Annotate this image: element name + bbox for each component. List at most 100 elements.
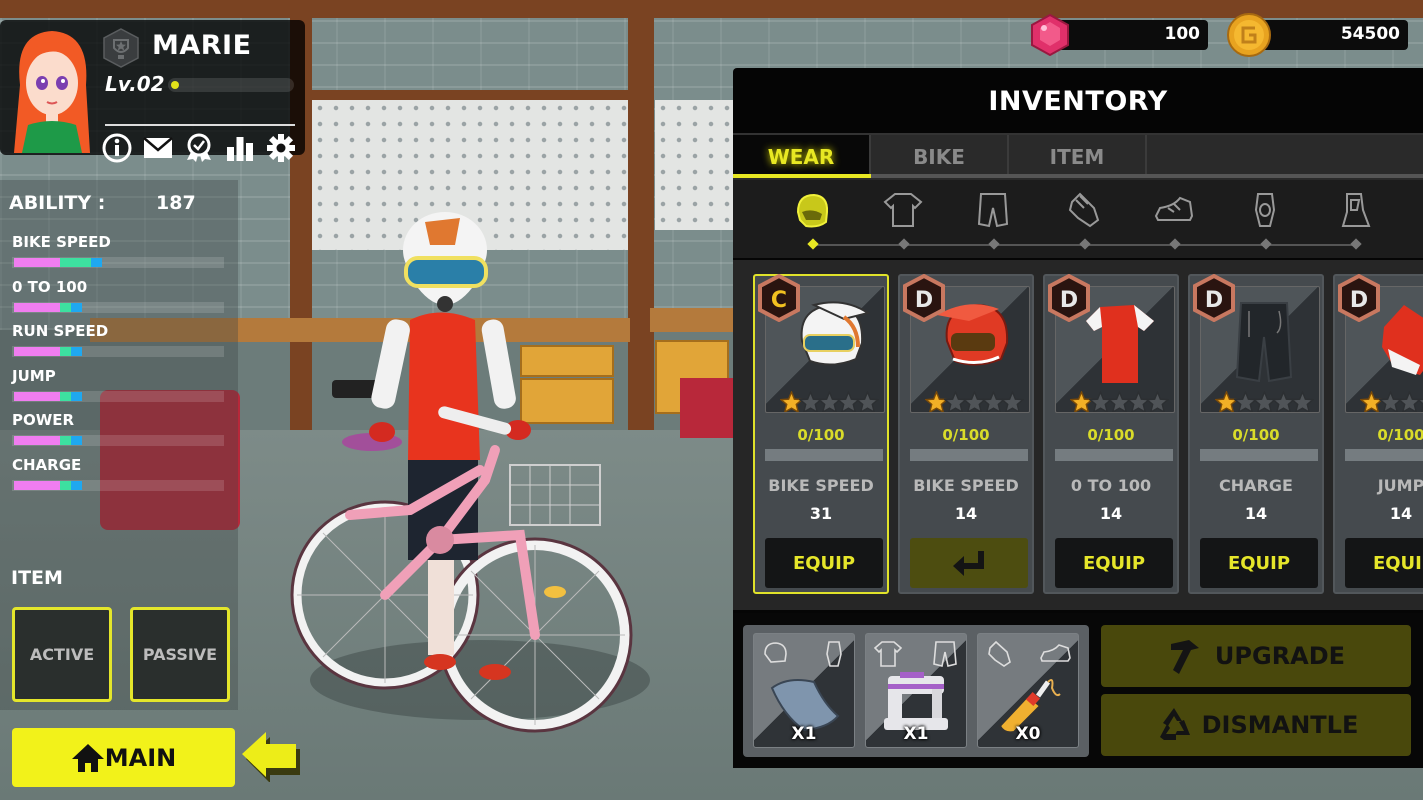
item-stat-name: BIKE SPEED (913, 476, 1019, 495)
grade-badge: C (757, 273, 801, 323)
recycle-icon (1159, 708, 1190, 740)
ability-stat-bar-segment (71, 436, 82, 445)
star-rating (779, 390, 880, 412)
return-arrow-icon (953, 551, 984, 576)
info-icon[interactable] (102, 133, 132, 163)
player-avatar[interactable] (8, 25, 96, 153)
profile-icon-row (102, 133, 296, 163)
upgrade-progress-text: 0/100 (1377, 426, 1423, 444)
star-empty-icon (855, 390, 880, 412)
star-rating (1359, 390, 1423, 412)
level-xp-fill (171, 81, 179, 89)
helmet-outline-icon (764, 642, 787, 663)
item-card[interactable]: D 0/100 JUMP 14 EQUIP (1333, 273, 1423, 594)
upgrade-progress-bar (765, 449, 883, 461)
unequip-button[interactable] (910, 538, 1028, 588)
category-selector (733, 180, 1423, 258)
wood-shelf (300, 90, 640, 100)
material-slot[interactable]: X1 (865, 633, 967, 748)
item-section-title: ITEM (11, 567, 63, 589)
ability-stat: 0 TO 100 (12, 278, 224, 313)
inventory-panel: INVENTORY WEAR BIKE ITEM C 0/100 BIKE SP… (733, 68, 1423, 768)
ability-stat-bar (12, 301, 224, 313)
ability-stat-bar-segment (14, 347, 60, 356)
category-marker (1260, 238, 1272, 250)
upgrade-progress-bar (1200, 449, 1318, 461)
upgrade-button[interactable]: UPGRADE (1101, 625, 1411, 687)
ability-stat-bar-segment (60, 347, 71, 356)
shoes-category-icon[interactable] (1154, 190, 1194, 230)
ability-stat: POWER (12, 411, 224, 446)
gem-counter[interactable]: 100 (1048, 20, 1208, 50)
star-empty-icon (1145, 390, 1170, 412)
equip-button[interactable]: EQUIP (1345, 538, 1423, 588)
jersey-category-icon[interactable] (883, 190, 923, 230)
ability-stat-bar (12, 257, 224, 268)
upgrade-label: UPGRADE (1214, 642, 1346, 670)
item-stat-value: 14 (1244, 504, 1268, 523)
pants-category-icon[interactable] (973, 190, 1013, 230)
equip-button[interactable]: EQUIP (1055, 538, 1173, 588)
settings-icon[interactable] (266, 133, 296, 163)
dismantle-button[interactable]: DISMANTLE (1101, 694, 1411, 756)
gold-counter[interactable]: 54500 (1248, 20, 1408, 50)
ability-stat-bar-segment (14, 302, 60, 312)
material-slot[interactable]: X0 (977, 633, 1079, 748)
stats-icon[interactable] (225, 133, 255, 163)
inventory-title: INVENTORY (988, 86, 1168, 117)
ability-stat-bar-segment (14, 436, 60, 445)
category-marker (1169, 238, 1181, 250)
home-icon (71, 743, 104, 772)
category-marker (988, 238, 1000, 250)
star-rating (1069, 390, 1170, 412)
item-card[interactable]: D 0/100 0 TO 100 14 EQUIP (1043, 273, 1179, 594)
ability-stat-bar-segment (14, 391, 60, 401)
active-item-slot[interactable]: ACTIVE (12, 607, 112, 702)
material-count: X0 (1015, 724, 1041, 744)
upgrade-section: X1 X1 X0 UPGRADE DISMANTLE (733, 613, 1423, 768)
upgrade-progress-text: 0/100 (942, 426, 990, 444)
ability-stat: BIKE SPEED (12, 233, 224, 268)
ability-stat-bar (12, 346, 224, 357)
equip-button[interactable]: EQUIP (765, 538, 883, 588)
achievement-icon[interactable] (184, 133, 214, 163)
mail-icon[interactable] (143, 133, 173, 163)
gloves-category-icon[interactable] (1064, 190, 1104, 230)
rank-badge-icon[interactable] (102, 28, 140, 68)
pants-outline-icon (933, 641, 957, 667)
ability-stat-bar (12, 435, 224, 446)
grade-badge: D (902, 273, 946, 323)
tab-bike[interactable]: BIKE (871, 135, 1009, 178)
ceiling-beam (0, 0, 1423, 18)
item-stat-name: BIKE SPEED (768, 476, 874, 495)
category-marker (1079, 238, 1091, 250)
item-stat-value: 31 (809, 504, 833, 523)
star-empty-icon (1000, 390, 1025, 412)
grade-badge: D (1337, 273, 1381, 323)
item-card[interactable]: C 0/100 BIKE SPEED 31 EQUIP (753, 273, 889, 594)
ability-stat: RUN SPEED (12, 322, 224, 357)
player-level: Lv.02 (105, 72, 165, 96)
ability-stat-bar-segment (14, 258, 60, 267)
main-menu-button[interactable]: MAIN (12, 728, 235, 787)
passive-item-slot[interactable]: PASSIVE (130, 607, 230, 702)
tab-item[interactable]: ITEM (1009, 135, 1147, 178)
red-toolbox (680, 378, 735, 438)
item-stat-value: 14 (1389, 504, 1413, 523)
knee-pad-category-icon[interactable] (1245, 190, 1285, 230)
item-card[interactable]: D 0/100 CHARGE 14 EQUIP (1188, 273, 1324, 594)
ability-stat-bar-segment (60, 391, 71, 401)
ability-stat-label: BIKE SPEED (12, 233, 111, 251)
sewing-machine-icon (884, 672, 948, 730)
gem-amount: 100 (1164, 24, 1201, 44)
star-rating (1214, 390, 1315, 412)
upgrade-progress-text: 0/100 (797, 426, 845, 444)
equip-button[interactable]: EQUIP (1200, 538, 1318, 588)
tab-wear[interactable]: WEAR (733, 135, 871, 178)
grade-letter: D (1060, 288, 1078, 313)
body-armor-category-icon[interactable] (1335, 190, 1375, 230)
material-slot[interactable]: X1 (753, 633, 855, 748)
shoes-outline-icon (1040, 644, 1071, 662)
helmet-category-icon[interactable] (792, 190, 832, 230)
item-card[interactable]: D 0/100 BIKE SPEED 14 (898, 273, 1034, 594)
